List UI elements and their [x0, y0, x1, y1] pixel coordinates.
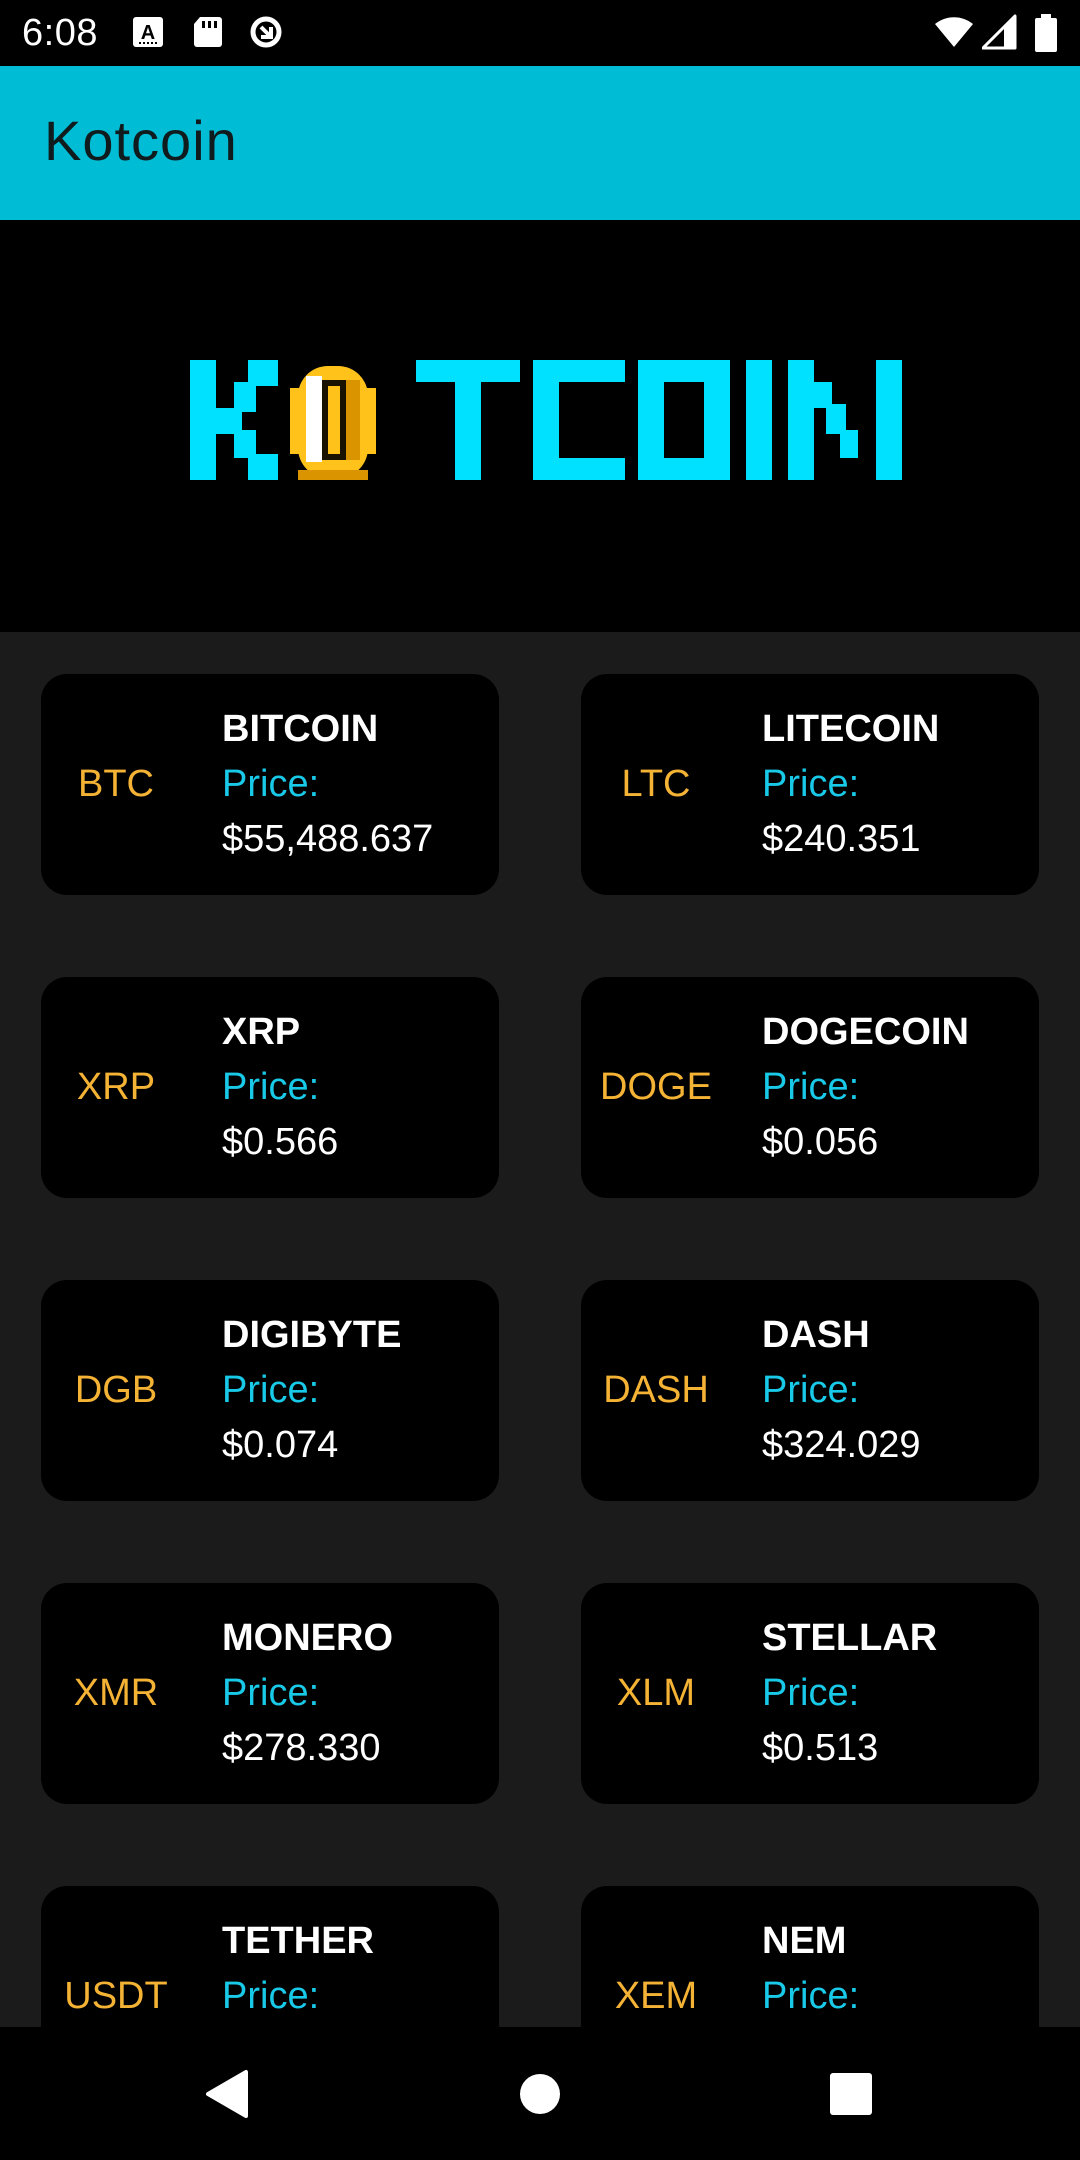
coin-name: DOGECOIN: [762, 1011, 969, 1053]
coin-card-btc[interactable]: BTC BITCOIN Price: $55,488.637: [41, 674, 499, 895]
coin-symbol: LTC: [621, 763, 691, 805]
coin-name: NEM: [762, 1920, 847, 1962]
coin-name: LITECOIN: [762, 708, 940, 750]
svg-text:A: A: [141, 22, 155, 44]
price-value: $0.074: [222, 1424, 339, 1466]
price-value: $0.513: [762, 1727, 879, 1769]
coin-name: STELLAR: [762, 1617, 938, 1659]
price-label: Price:: [762, 1975, 860, 2017]
home-icon: [520, 2073, 560, 2114]
coin-card-dash[interactable]: DASH DASH Price: $324.029: [581, 1280, 1039, 1501]
coin-symbol: XLM: [616, 1672, 696, 1714]
price-value: $240.351: [762, 818, 921, 860]
screen: 6:08 A Kotcoin BTC BITCOIN Price: $55,48…: [0, 0, 1080, 2160]
coin-symbol: XMR: [73, 1672, 159, 1714]
back-icon: [206, 2069, 248, 2118]
home-button[interactable]: [470, 2027, 610, 2160]
price-label: Price:: [222, 1975, 320, 2017]
recents-button[interactable]: [781, 2027, 921, 2160]
coin-grid: BTC BITCOIN Price: $55,488.637 LTC LITEC…: [0, 632, 1080, 2027]
wifi-icon: [934, 14, 974, 50]
coin-symbol: DOGE: [600, 1066, 712, 1108]
price-label: Price:: [762, 1066, 860, 1108]
status-bar: 6:08 A: [0, 0, 1080, 66]
coin-name: XRP: [222, 1011, 301, 1053]
data-saver-icon: [248, 14, 284, 50]
price-value: $55,488.637: [222, 818, 434, 860]
recents-icon: [830, 2072, 872, 2115]
signal-icon: [981, 14, 1018, 50]
price-label: Price:: [762, 1369, 860, 1411]
coin-card-xrp[interactable]: XRP XRP Price: $0.566: [41, 977, 499, 1198]
coin-symbol: BTC: [78, 763, 154, 805]
price-value: $0.056: [762, 1121, 879, 1163]
coin-name: BITCOIN: [222, 708, 379, 750]
price-value: $278.330: [222, 1727, 381, 1769]
coin-card-doge[interactable]: DOGE DOGECOIN Price: $0.056: [581, 977, 1039, 1198]
coin-card-xem[interactable]: XEM NEM Price:: [581, 1886, 1039, 2027]
coin-card-xmr[interactable]: XMR MONERO Price: $278.330: [41, 1583, 499, 1804]
back-button[interactable]: [156, 2027, 296, 2160]
coin-name: MONERO: [222, 1617, 393, 1659]
price-label: Price:: [222, 1369, 320, 1411]
price-value: $0.566: [222, 1121, 339, 1163]
app-bar: Kotcoin: [0, 66, 1080, 220]
navigation-bar: [0, 2027, 1080, 2160]
app-title: Kotcoin: [44, 109, 238, 172]
coin-name: DIGIBYTE: [222, 1314, 402, 1356]
coin-card-dgb[interactable]: DGB DIGIBYTE Price: $0.074: [41, 1280, 499, 1501]
price-value: $324.029: [762, 1424, 921, 1466]
coin-symbol: DASH: [603, 1369, 709, 1411]
kotcoin-logo: [190, 360, 902, 480]
coin-card-xlm[interactable]: XLM STELLAR Price: $0.513: [581, 1583, 1039, 1804]
price-label: Price:: [762, 763, 860, 805]
coin-name: TETHER: [222, 1920, 374, 1962]
price-label: Price:: [222, 1066, 320, 1108]
logo-banner: [0, 220, 1080, 632]
battery-icon: [1034, 14, 1058, 52]
price-label: Price:: [222, 763, 320, 805]
status-time: 6:08: [22, 12, 98, 54]
coin-card-usdt[interactable]: USDT TETHER Price:: [41, 1886, 499, 2027]
keyboard-a-icon: A: [130, 14, 166, 50]
coin-symbol: DGB: [74, 1369, 158, 1411]
coin-symbol: XRP: [76, 1066, 156, 1108]
price-label: Price:: [222, 1672, 320, 1714]
coin-card-ltc[interactable]: LTC LITECOIN Price: $240.351: [581, 674, 1039, 895]
coin-symbol: XEM: [614, 1975, 698, 2017]
sd-card-icon: [190, 14, 226, 50]
coin-symbol: USDT: [64, 1975, 168, 2017]
coin-name: DASH: [762, 1314, 870, 1356]
price-label: Price:: [762, 1672, 860, 1714]
